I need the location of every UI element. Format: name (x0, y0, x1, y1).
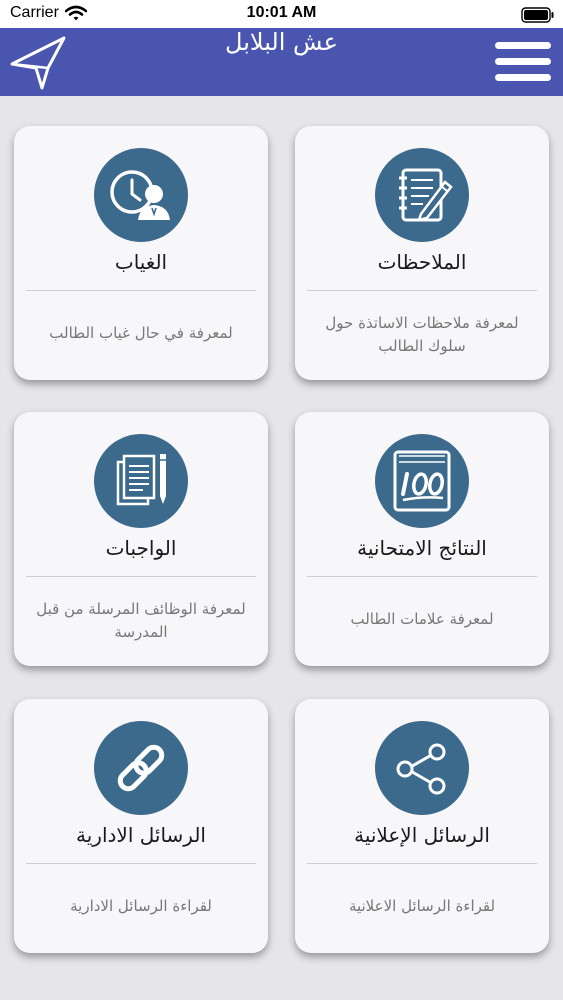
documents-pen-icon (116, 454, 166, 506)
card-description: لقراءة الرسائل الاعلانية (348, 897, 496, 915)
divider (26, 576, 256, 577)
menu-bar-bottom (495, 74, 551, 81)
battery-icon (521, 7, 554, 23)
card-title: الواجبات (105, 536, 177, 560)
share-icon (396, 743, 446, 795)
icon-circle (94, 721, 188, 815)
card-absence[interactable]: الغياب لمعرفة في حال غياب الطالب (14, 126, 268, 380)
back-button[interactable] (6, 32, 72, 92)
link-icon (117, 744, 165, 792)
clock-person-icon (110, 170, 170, 220)
icon-circle (375, 434, 469, 528)
card-description: لمعرفة علامات الطالب (350, 610, 494, 628)
card-title: الرسائل الادارية (76, 823, 206, 847)
divider (307, 863, 537, 864)
icon-circle (375, 148, 469, 242)
icon-circle (94, 434, 188, 528)
card-announcements[interactable]: الرسائل الإعلانية لقراءة الرسائل الاعلان… (295, 699, 549, 953)
card-admin-messages[interactable]: الرسائل الادارية لقراءة الرسائل الادارية (14, 699, 268, 953)
card-title: الغياب (114, 250, 168, 274)
divider (26, 863, 256, 864)
status-time: 10:01 AM (246, 4, 317, 21)
card-homework[interactable]: الواجبات لمعرفة الوظائف المرسلة من قبل ا… (14, 412, 268, 666)
navbar: عش البلابل (0, 28, 563, 96)
card-description: لمعرفة في حال غياب الطالب (49, 324, 233, 342)
card-title: الرسائل الإعلانية (354, 823, 490, 847)
page-title: عش البلابل (225, 28, 338, 56)
status-bar: Carrier 10:01 AM (0, 0, 563, 28)
card-title: النتائج الامتحانية (357, 536, 487, 560)
menu-bar-middle (495, 58, 551, 65)
card-description: لقراءة الرسائل الادارية (70, 897, 212, 915)
card-description: لمعرفة ملاحظات الاساتذة حول سلوك الطالب (325, 314, 519, 355)
notebook-pen-icon (399, 168, 453, 222)
back-arrow-icon (10, 36, 66, 90)
icon-circle (375, 721, 469, 815)
icon-circle (94, 148, 188, 242)
card-description: لمعرفة الوظائف المرسلة من قبل المدرسة (36, 600, 246, 641)
divider (26, 290, 256, 291)
card-title: الملاحظات (377, 250, 467, 274)
card-notes[interactable]: الملاحظات لمعرفة ملاحظات الاساتذة حول سل… (295, 126, 549, 380)
divider (307, 576, 537, 577)
divider (307, 290, 537, 291)
menu-button[interactable] (495, 42, 551, 82)
card-exam-results[interactable]: النتائج الامتحانية لمعرفة علامات الطالب (295, 412, 549, 666)
score-100-icon (393, 450, 451, 512)
menu-bar-top (495, 42, 551, 49)
